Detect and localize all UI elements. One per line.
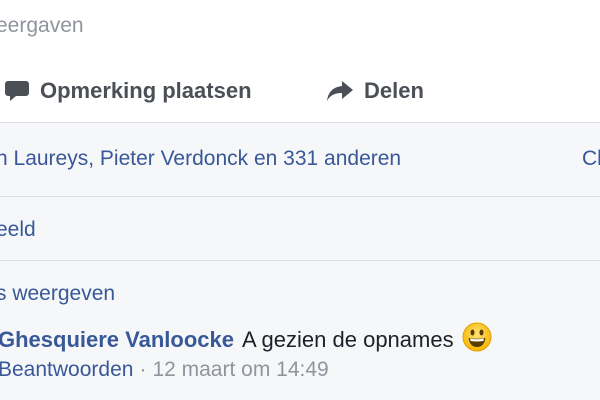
reply-button[interactable]: Beantwoorden xyxy=(0,358,133,382)
comment-button-label: Opmerking plaatsen xyxy=(40,78,252,103)
comment-text: A gezien de opnames xyxy=(241,327,454,352)
meta-separator: · xyxy=(139,358,147,381)
speech-bubble-icon xyxy=(4,79,30,103)
share-arrow-icon xyxy=(326,79,354,103)
divider xyxy=(0,260,600,261)
divider xyxy=(0,196,600,197)
comment-button[interactable]: Opmerking plaatsen xyxy=(4,60,252,122)
comment-sort-selector[interactable]: eeld xyxy=(0,218,36,242)
likes-summary-link[interactable]: n Laureys, Pieter Verdonck en 331 andere… xyxy=(0,147,401,171)
grinning-face-emoji-icon xyxy=(462,322,492,358)
share-button-label: Delen xyxy=(364,78,424,103)
likes-right-link[interactable]: Cl xyxy=(582,147,600,171)
comment-meta: Beantwoorden · 12 maart om 14:49 xyxy=(0,358,329,382)
comment: Ghesquiere Vanloocke A gezien de opnames xyxy=(0,322,492,358)
comment-author-link[interactable]: Ghesquiere Vanloocke xyxy=(0,327,234,353)
view-more-link[interactable]: eergaven xyxy=(0,14,84,38)
post-actions-bar: Opmerking plaatsen Delen xyxy=(0,60,600,122)
share-button[interactable]: Delen xyxy=(326,60,424,122)
view-more-comments-link[interactable]: s weergeven xyxy=(0,282,115,306)
comment-timestamp[interactable]: 12 maart om 14:49 xyxy=(152,358,328,382)
